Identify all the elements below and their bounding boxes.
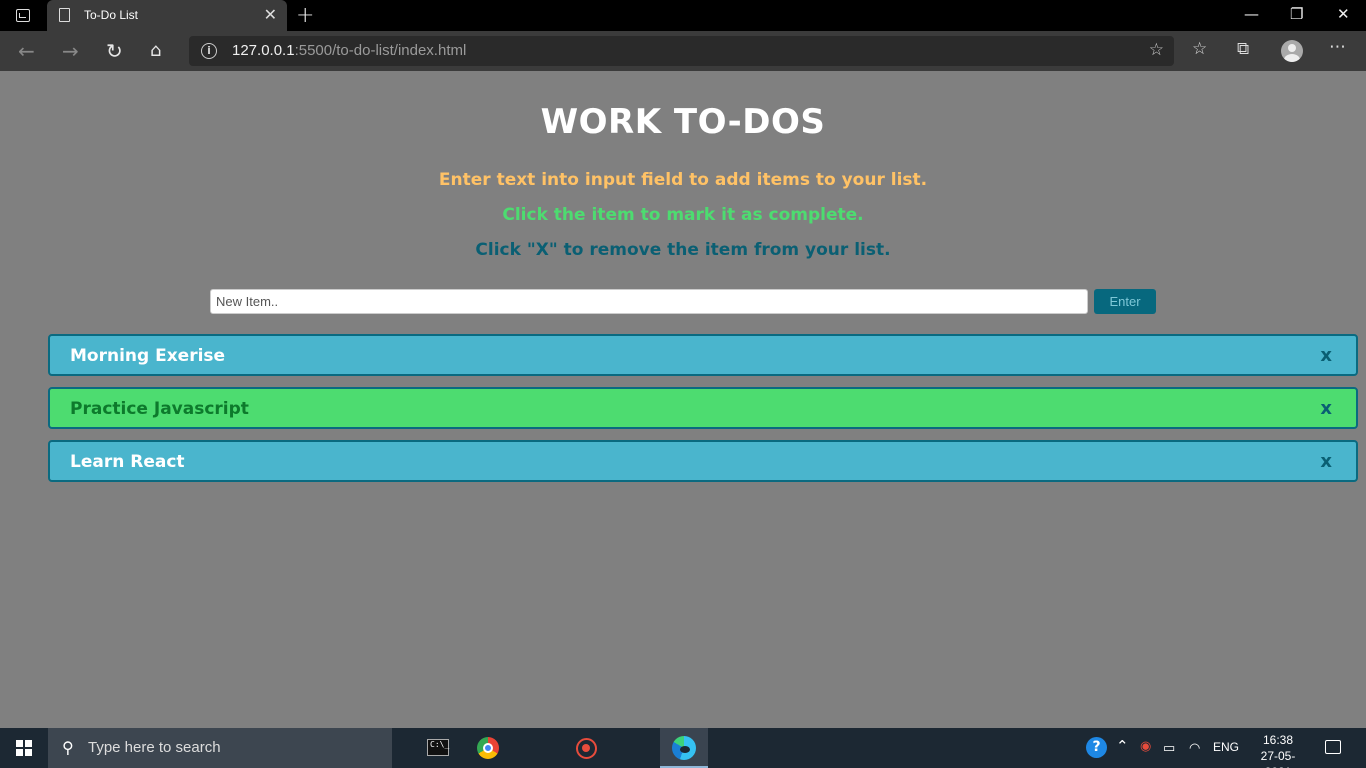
notifications-icon[interactable] — [1325, 740, 1341, 754]
tab-title: To-Do List — [84, 8, 139, 22]
tab-todo-list[interactable]: To-Do List ✕ — [47, 0, 287, 31]
page-icon — [59, 8, 70, 22]
new-item-input[interactable] — [210, 289, 1088, 314]
remove-item-button[interactable]: x — [1320, 345, 1332, 366]
clock-date: 27-05-2021 — [1260, 749, 1296, 768]
terminal-app-button[interactable]: C:\_ — [414, 728, 462, 768]
edge-icon — [672, 736, 696, 760]
edge-app-button[interactable] — [660, 728, 708, 768]
instruction-complete: Click the item to mark it as complete. — [502, 205, 864, 225]
todo-item[interactable]: Learn React x — [48, 440, 1358, 482]
address-bar[interactable]: i 127.0.0.1:5500/to-do-list/index.html ☆ — [189, 36, 1174, 66]
url-text[interactable]: 127.0.0.1:5500/to-do-list/index.html — [232, 42, 466, 59]
instruction-add: Enter text into input field to add items… — [438, 170, 928, 190]
forward-icon[interactable]: → — [62, 39, 79, 63]
page-title: WORK TO-DOS — [540, 102, 826, 142]
add-favorite-icon[interactable]: ☆ — [1149, 40, 1164, 60]
home-icon[interactable]: ⌂ — [150, 40, 161, 61]
chrome-icon — [477, 737, 499, 759]
recorder-app-button[interactable] — [562, 728, 610, 768]
favorites-icon[interactable]: ☆ — [1192, 39, 1207, 59]
new-tab-button[interactable]: + — [296, 3, 314, 28]
chrome-app-button[interactable] — [464, 728, 512, 768]
remove-item-button[interactable]: x — [1320, 451, 1332, 472]
todo-page: WORK TO-DOS Enter text into input field … — [0, 71, 1366, 728]
language-indicator[interactable]: ENG — [1213, 740, 1239, 754]
more-menu-icon[interactable]: ⋯ — [1329, 37, 1346, 57]
taskbar-search-box[interactable]: ⚲ Type here to search — [48, 728, 392, 768]
todo-item[interactable]: Practice Javascript x — [48, 387, 1358, 429]
browser-tab-bar: To-Do List ✕ + — ❐ ✕ — [0, 0, 1366, 31]
terminal-icon: C:\_ — [427, 739, 449, 756]
wifi-icon[interactable]: ◠ — [1189, 740, 1200, 756]
info-icon[interactable]: i — [201, 43, 217, 59]
windows-start-icon[interactable] — [16, 740, 32, 756]
instruction-remove: Click "X" to remove the item from your l… — [475, 240, 891, 260]
record-icon — [576, 738, 597, 759]
todo-item[interactable]: Morning Exerise x — [48, 334, 1358, 376]
clock-time: 16:38 — [1262, 733, 1294, 747]
todo-item-label: Practice Javascript — [70, 399, 249, 419]
tab-close-icon[interactable]: ✕ — [264, 5, 277, 24]
clock[interactable]: 16:38 27-05-2021 — [1249, 732, 1307, 768]
search-icon: ⚲ — [62, 740, 74, 757]
remove-item-button[interactable]: x — [1320, 398, 1332, 419]
todo-item-label: Morning Exerise — [70, 346, 226, 366]
browser-toolbar: ← → ↻ ⌂ i 127.0.0.1:5500/to-do-list/inde… — [0, 31, 1366, 71]
close-window-button[interactable]: ✕ — [1337, 5, 1350, 23]
windows-taskbar: ⚲ Type here to search C:\_ ? ⌃ ◉ ▭ ◠ ENG… — [0, 728, 1366, 768]
record-tray-icon[interactable]: ◉ — [1140, 738, 1151, 754]
search-placeholder: Type here to search — [88, 739, 221, 756]
restore-button[interactable]: ❐ — [1290, 5, 1303, 23]
battery-icon[interactable]: ▭ — [1163, 740, 1175, 756]
refresh-icon[interactable]: ↻ — [106, 39, 123, 63]
back-icon[interactable]: ← — [18, 39, 35, 63]
todo-item-label: Learn React — [70, 452, 185, 472]
minimize-button[interactable]: — — [1244, 5, 1259, 23]
profile-avatar[interactable] — [1281, 40, 1303, 62]
chevron-up-icon[interactable]: ⌃ — [1116, 737, 1129, 755]
enter-button[interactable]: Enter — [1094, 289, 1156, 314]
tab-actions-icon[interactable] — [16, 9, 30, 22]
collections-icon[interactable]: ⧉ — [1237, 39, 1249, 59]
help-icon[interactable]: ? — [1086, 737, 1107, 758]
